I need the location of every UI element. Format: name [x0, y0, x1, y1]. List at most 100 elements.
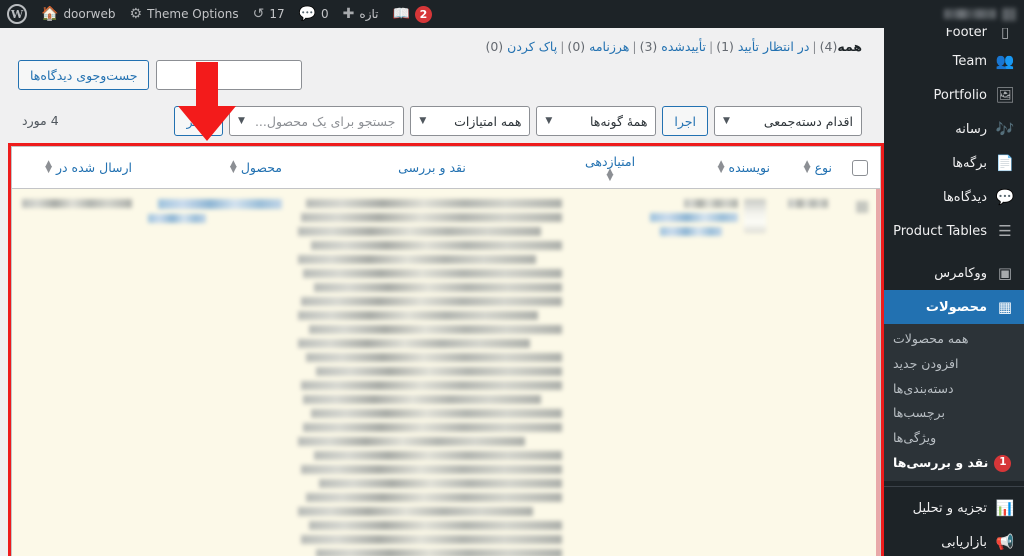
- sidebar-item-label: Portfolio: [933, 87, 987, 103]
- review-line-blur: [305, 353, 562, 362]
- apply-button[interactable]: اجرا: [662, 106, 708, 136]
- sort-arrows-icon[interactable]: ▲ ▼: [804, 159, 811, 174]
- analytics-icon: 📊: [995, 499, 1015, 517]
- ratings-filter-select[interactable]: همه امتیازات ▼: [410, 106, 531, 136]
- bulk-actions-select[interactable]: اقدام دسته‌جمعی ▼: [714, 106, 862, 136]
- sidebar-item-products[interactable]: ▦ محصولات: [884, 290, 1024, 324]
- filter-pending-count: (1): [716, 39, 734, 54]
- reviews-table: نوع ▲ ▼ نویسنده ▲ ▼ امتیازدهی ▲ ▼ نقد و برر…: [11, 146, 881, 556]
- sidebar-item-label: رسانه: [955, 121, 987, 137]
- sidebar-item-marketing[interactable]: 📢 بازاریابی: [884, 526, 1024, 556]
- table-row[interactable]: [12, 189, 880, 556]
- sidebar-item-label: Product Tables: [893, 223, 987, 239]
- submenu-item-tags[interactable]: برچسب‌ها: [884, 401, 1024, 426]
- comments-icon: 💬: [995, 187, 1015, 206]
- wp-logo-item[interactable]: W: [0, 0, 34, 28]
- filter-spam-label[interactable]: هرزنامه: [589, 39, 629, 54]
- site-home-label: doorweb: [63, 7, 116, 21]
- column-header-date[interactable]: ارسال شده در ▲ ▼: [12, 147, 140, 188]
- sidebar-item-portfolio[interactable]: 🖼 Portfolio: [884, 78, 1024, 112]
- submenu-item-reviews[interactable]: 1 نقد و بررسی‌ها: [884, 451, 1024, 476]
- sidebar-item-pages[interactable]: 📄 برگه‌ها: [884, 146, 1024, 180]
- row-author-cell: [642, 189, 774, 241]
- site-name-blur: [944, 9, 996, 19]
- sidebar-item-label: بازاریابی: [941, 535, 987, 550]
- products-icon: ▦: [997, 297, 1013, 316]
- notifications-item[interactable]: 2 📖: [385, 0, 438, 28]
- sidebar-item-media[interactable]: 🎶 رسانه: [884, 112, 1024, 146]
- sidebar-item-comments[interactable]: 💬 دیدگاه‌ها: [884, 180, 1024, 214]
- product-search-select[interactable]: جستجو برای یک محصول... ▼: [229, 106, 405, 136]
- filter-separator: |: [632, 39, 637, 54]
- submenu-item-attributes[interactable]: ویژگی‌ها: [884, 426, 1024, 451]
- types-filter-label: همهٔ گونه‌ها: [589, 113, 648, 129]
- filter-approved-count: (3): [639, 39, 658, 54]
- review-line-blur: [300, 381, 562, 390]
- book-icon: 📖: [392, 6, 410, 22]
- submenu-item-categories[interactable]: دسته‌بندی‌ها: [884, 377, 1024, 402]
- sidebar-item-label: ووکامرس: [934, 265, 987, 281]
- row-checkbox-blur[interactable]: [856, 201, 868, 213]
- site-home-item[interactable]: doorweb 🏠: [34, 0, 123, 28]
- site-icon-blur: [1002, 7, 1016, 21]
- review-line-blur: [300, 213, 562, 222]
- column-header-rating[interactable]: امتیازدهی ▲ ▼: [574, 147, 646, 188]
- pages-icon: 📄: [995, 153, 1015, 172]
- sidebar-item-label: Footer: [945, 28, 987, 40]
- comments-item[interactable]: 0 💬: [292, 0, 336, 28]
- filter-trash-label[interactable]: پاک کردن: [507, 39, 557, 54]
- sort-arrows-icon[interactable]: ▲ ▼: [607, 167, 614, 182]
- sidebar-item-woocommerce[interactable]: ▣ ووکامرس: [884, 256, 1024, 290]
- filter-pending-label[interactable]: در انتظار تأیید: [738, 39, 809, 54]
- wordpress-admin-screen: 2 📖 تازه ✚ 0 💬 17 ↺ Theme Options ⚙ door…: [0, 0, 1024, 556]
- select-all-checkbox[interactable]: [852, 159, 868, 176]
- woocommerce-icon: ▣: [997, 263, 1013, 282]
- column-header-product[interactable]: محصول ▲ ▼: [140, 147, 290, 188]
- sidebar-item-team[interactable]: 👥 Team: [884, 44, 1024, 78]
- review-line-blur: [298, 255, 536, 264]
- site-name-redacted[interactable]: [936, 0, 1024, 28]
- column-label: ارسال شده در: [55, 160, 132, 175]
- updates-item[interactable]: 17 ↺: [246, 0, 292, 28]
- sort-arrows-icon[interactable]: ▲ ▼: [718, 159, 725, 174]
- team-icon: 👥: [995, 51, 1015, 70]
- status-filter-links: همه(4)|در انتظار تأیید (1)|تأییدشده (3)|…: [485, 39, 862, 54]
- types-filter-select[interactable]: همهٔ گونه‌ها ▼: [536, 106, 657, 136]
- comments-count: 0: [321, 7, 329, 21]
- sidebar-item-label: محصولات: [925, 299, 987, 315]
- search-reviews-button[interactable]: جست‌وجوی دیدگاه‌ها: [18, 60, 150, 90]
- column-header-author[interactable]: نویسنده ▲ ▼: [646, 147, 778, 188]
- column-header-type[interactable]: نوع ▲ ▼: [778, 147, 840, 188]
- sidebar-item-footer[interactable]: ▯ Footer: [884, 28, 1024, 44]
- review-line-blur: [298, 507, 533, 516]
- products-submenu: همه محصولات افزودن جدید دسته‌بندی‌ها برچ…: [884, 324, 1024, 481]
- sidebar-item-analytics[interactable]: 📊 تجزیه و تحلیل: [884, 492, 1024, 526]
- row-type-cell: [774, 189, 836, 213]
- filter-all-label[interactable]: همه: [837, 39, 862, 54]
- filter-approved-label[interactable]: تأییدشده: [661, 39, 706, 54]
- row-product-cell: [140, 189, 290, 228]
- row-checkbox-cell[interactable]: [836, 189, 876, 218]
- sort-arrows-icon[interactable]: ▲ ▼: [45, 159, 52, 174]
- updates-count: 17: [269, 7, 285, 21]
- submenu-item-add-new[interactable]: افزودن جدید: [884, 352, 1024, 377]
- author-name-blur: [684, 199, 738, 208]
- comment-icon: 💬: [298, 6, 317, 22]
- submenu-item-label: برچسب‌ها: [893, 405, 945, 421]
- new-content-item[interactable]: تازه ✚: [336, 0, 386, 28]
- review-line-blur: [316, 367, 562, 376]
- submenu-item-all-products[interactable]: همه محصولات: [884, 327, 1024, 352]
- media-icon: 🎶: [995, 119, 1015, 138]
- select-all-checkbox-header[interactable]: [840, 147, 880, 188]
- table-nav-top: اقدام دسته‌جمعی ▼ اجرا همهٔ گونه‌ها ▼ هم…: [174, 106, 862, 136]
- reviews-pending-badge: 1: [994, 454, 1012, 472]
- sidebar-item-label: دیدگاه‌ها: [942, 189, 987, 205]
- review-line-blur: [300, 297, 562, 306]
- chevron-down-icon: ▼: [419, 116, 427, 126]
- theme-options-item[interactable]: Theme Options ⚙: [123, 0, 246, 28]
- product-name-blur[interactable]: [158, 199, 282, 209]
- sidebar-item-product-tables[interactable]: ☰ Product Tables: [884, 214, 1024, 248]
- sidebar-separator: [884, 248, 1024, 256]
- sort-arrows-icon[interactable]: ▲ ▼: [230, 159, 237, 174]
- down-arrow-annotation: [178, 62, 236, 141]
